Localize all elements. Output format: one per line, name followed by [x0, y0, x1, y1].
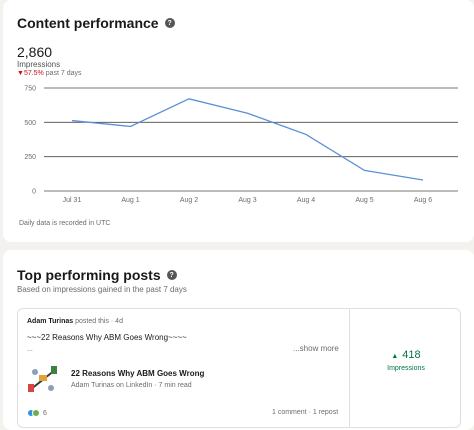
post-ellipsis: ... — [27, 346, 33, 353]
post-author-suffix: posted this · 4d — [75, 318, 123, 325]
impressions-label: Impressions — [17, 60, 61, 69]
change-period: past 7 days — [45, 70, 82, 77]
impressions-change: ▼57.5% past 7 days — [17, 70, 82, 77]
comments-reposts[interactable]: 1 comment · 1 repost — [272, 409, 338, 416]
article-title[interactable]: 22 Reasons Why ABM Goes Wrong — [71, 369, 204, 378]
content-performance-card: Content performance ? 2,860 Impressions … — [3, 0, 474, 242]
up-arrow-icon: ▲ — [391, 353, 399, 360]
top-posts-title: Top performing posts — [17, 267, 161, 283]
reactions[interactable]: 6 — [27, 409, 47, 417]
down-arrow-icon: ▼ — [17, 70, 24, 77]
x-tick-label: Jul 31 — [63, 197, 82, 204]
impressions-line-chart: 0 250 500 750 Jul 31 Aug 1 Aug 2 Aug 3 Aug 4 Aug… — [24, 86, 458, 204]
post-item[interactable]: Adam Turinas posted this · 4d ~~~22 Reas… — [17, 308, 461, 428]
post-author[interactable]: Adam Turinas — [27, 318, 73, 325]
top-posts-card: Top performing posts ? Based on impressi… — [3, 250, 474, 430]
impressions-series-line — [71, 98, 424, 181]
post-impressions-metric: ▲ 418 Impressions — [350, 309, 462, 427]
y-tick-label: 250 — [24, 154, 36, 161]
article-preview[interactable]: 22 Reasons Why ABM Goes Wrong Adam Turin… — [27, 364, 327, 394]
article-meta: Adam Turinas on LinkedIn · 7 min read — [71, 382, 192, 389]
x-tick-label: Aug 5 — [355, 197, 373, 204]
impressions-total: 2,860 — [17, 44, 53, 60]
show-more-link[interactable]: ...show more — [293, 344, 339, 353]
post-author-line: Adam Turinas posted this · 4d — [27, 318, 123, 325]
x-tick-label: Aug 2 — [180, 197, 198, 204]
x-tick-label: Aug 6 — [414, 197, 432, 204]
help-icon[interactable]: ? — [164, 18, 175, 28]
reaction-count: 6 — [43, 409, 47, 417]
y-tick-label: 500 — [24, 120, 36, 127]
post-impressions-value: ▲ 418 — [350, 349, 462, 361]
post-impressions-number: 418 — [402, 349, 421, 361]
x-tick-label: Aug 1 — [121, 197, 139, 204]
utc-footnote: Daily data is recorded in UTC — [19, 220, 111, 227]
y-tick-label: 750 — [24, 86, 36, 93]
top-posts-heading: Top performing posts ? — [17, 267, 177, 283]
y-tick-label: 0 — [32, 189, 36, 196]
content-performance-title: Content performance — [17, 15, 159, 31]
x-tick-label: Aug 4 — [297, 197, 315, 204]
post-impressions-label: Impressions — [387, 365, 425, 372]
help-icon[interactable]: ? — [166, 270, 177, 280]
top-posts-subtitle: Based on impressions gained in the past … — [17, 285, 187, 294]
celebrate-reaction-icon — [32, 409, 40, 417]
x-tick-label: Aug 3 — [238, 197, 256, 204]
content-performance-heading: Content performance ? — [17, 15, 175, 31]
change-percent: 57.5% — [23, 70, 44, 77]
post-text: ~~~22 Reasons Why ABM Goes Wrong~~~~ — [27, 333, 187, 342]
article-thumbnail — [28, 366, 57, 392]
